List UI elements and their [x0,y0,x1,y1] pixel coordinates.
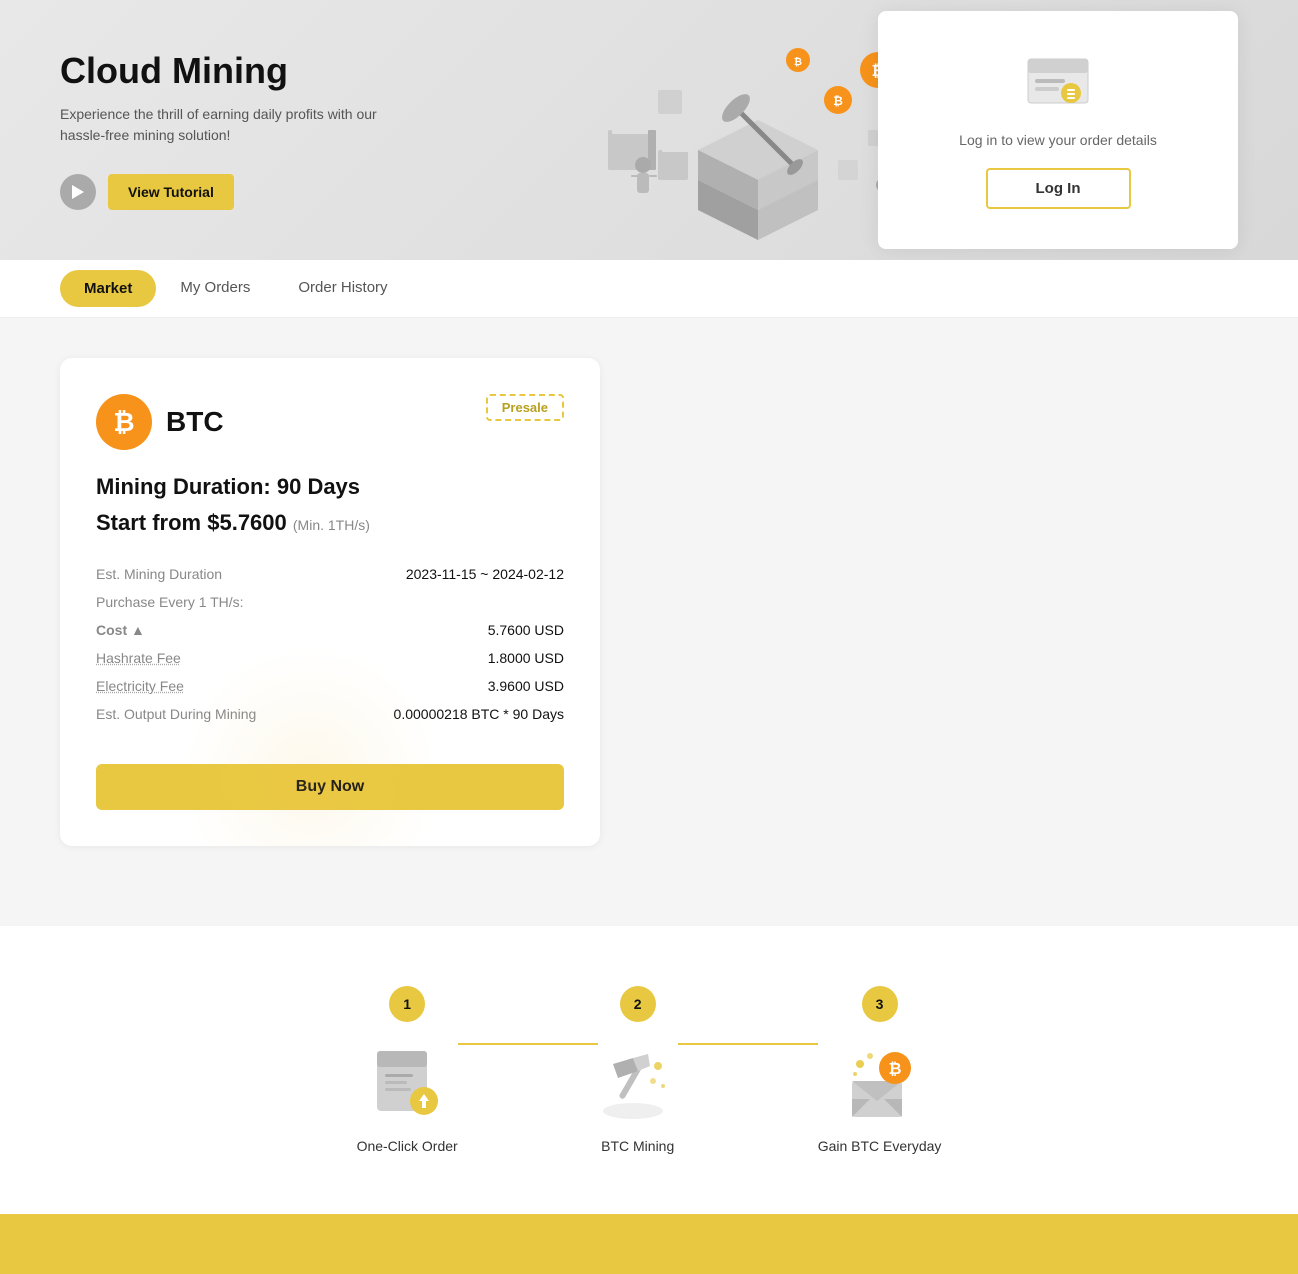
hashrate-fee-row: Hashrate Fee 1.8000 USD [96,644,564,672]
tab-order-history[interactable]: Order History [274,260,411,317]
main-content: ₿ BTC Presale Mining Duration: 90 Days S… [0,318,1298,886]
hero-illustration: ₿ ₿ ₿ [598,0,918,260]
hashrate-fee-value: 1.8000 USD [353,644,564,672]
tab-market[interactable]: Market [60,270,156,307]
play-button[interactable] [60,174,96,210]
start-from: Start from $5.7600 (Min. 1TH/s) [96,510,564,536]
min-purchase: (Min. 1TH/s) [293,517,370,533]
electricity-fee-label: Electricity Fee [96,672,353,700]
step-1-label: One-Click Order [357,1138,458,1154]
start-from-price: Start from $5.7600 [96,510,287,535]
purchase-row: Purchase Every 1 TH/s: [96,588,564,616]
login-card-text: Log in to view your order details [928,132,1188,148]
step-2-number: 2 [620,986,656,1022]
cost-label: Cost ▲ [96,616,353,644]
steps-section: 1 One-Click Order 2 [0,926,1298,1214]
order-details-icon [1023,51,1093,111]
electricity-fee-row: Electricity Fee 3.9600 USD [96,672,564,700]
step-3-number: 3 [862,986,898,1022]
mining-card: ₿ BTC Presale Mining Duration: 90 Days S… [60,358,600,846]
step-3-number-row: 3 [862,986,898,1038]
hero-actions: View Tutorial [60,174,380,210]
login-button[interactable]: Log In [986,168,1131,209]
step-1-number-row: 1 [389,986,425,1038]
electricity-fee-value: 3.9600 USD [353,672,564,700]
buy-now-button[interactable]: Buy Now [96,764,564,810]
purchase-value [353,588,564,616]
mining-illustration: ₿ ₿ ₿ [598,10,918,250]
tabs-section: Market My Orders Order History [0,260,1298,318]
hero-subtitle: Experience the thrill of earning daily p… [60,104,380,146]
tab-my-orders[interactable]: My Orders [156,260,274,317]
hashrate-fee-label: Hashrate Fee [96,644,353,672]
svg-text:₿: ₿ [833,94,843,108]
est-output-value: 0.00000218 BTC * 90 Days [353,700,564,728]
gain-btc-icon: ₿ [840,1046,920,1126]
purchase-label: Purchase Every 1 TH/s: [96,588,353,616]
bottom-bar [0,1214,1298,1274]
step-2-label: BTC Mining [601,1138,674,1154]
tabs-container: Market My Orders Order History [60,260,1238,317]
hero-content: Cloud Mining Experience the thrill of ea… [60,50,380,210]
est-duration-row: Est. Mining Duration 2023-11-15 ~ 2024-0… [96,560,564,588]
presale-badge: Presale [486,394,564,421]
step-connector-2-3 [678,1043,818,1045]
cost-row: Cost ▲ 5.7600 USD [96,616,564,644]
svg-text:₿: ₿ [794,56,802,68]
step-2-number-row: 2 [620,986,656,1038]
btc-mining-icon [598,1046,678,1126]
est-duration-value: 2023-11-15 ~ 2024-02-12 [353,560,564,588]
step-2: 2 BTC Mining [598,986,678,1154]
hero-section: Cloud Mining Experience the thrill of ea… [0,0,1298,260]
step-connector-1-2 [458,1043,598,1045]
step-1: 1 One-Click Order [357,986,458,1154]
play-icon [72,185,84,199]
btc-name: BTC [166,406,224,438]
step-2-icon [598,1046,678,1126]
btc-coin-icon: ₿ [96,394,152,450]
one-click-order-icon [367,1046,447,1126]
est-output-row: Est. Output During Mining 0.00000218 BTC… [96,700,564,728]
view-tutorial-button[interactable]: View Tutorial [108,174,234,210]
step-3-label: Gain BTC Everyday [818,1138,942,1154]
svg-text:₿: ₿ [888,1060,901,1078]
cost-value: 5.7600 USD [353,616,564,644]
mining-duration: Mining Duration: 90 Days [96,474,564,500]
details-table: Est. Mining Duration 2023-11-15 ~ 2024-0… [96,560,564,728]
steps-row: 1 One-Click Order 2 [60,986,1238,1154]
step-3: 3 ₿ Gain BTC Everyday [818,986,942,1154]
login-card: Log in to view your order details Log In [878,11,1238,249]
hero-title: Cloud Mining [60,50,380,92]
est-output-label: Est. Output During Mining [96,700,353,728]
est-duration-label: Est. Mining Duration [96,560,353,588]
step-1-icon [367,1046,447,1126]
step-3-icon: ₿ [840,1046,920,1126]
login-card-icon [928,51,1188,116]
step-1-number: 1 [389,986,425,1022]
